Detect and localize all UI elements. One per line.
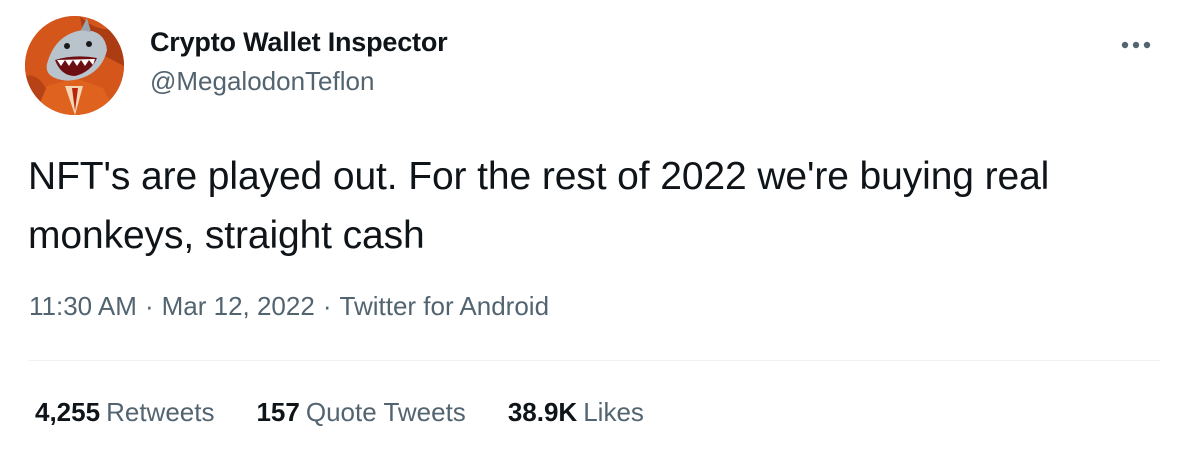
tweet-source[interactable]: Twitter for Android bbox=[340, 291, 550, 321]
author-display-name[interactable]: Crypto Wallet Inspector bbox=[150, 27, 448, 58]
author-avatar[interactable] bbox=[25, 16, 124, 115]
more-options-button[interactable] bbox=[1116, 30, 1156, 60]
quote-tweets-stat[interactable]: 157 Quote Tweets bbox=[256, 397, 465, 428]
tweet-time[interactable]: 11:30 AM bbox=[29, 291, 137, 321]
tweet-date[interactable]: Mar 12, 2022 bbox=[162, 291, 315, 321]
retweets-count: 4,255 bbox=[35, 397, 101, 427]
engagement-stats: 4,255 Retweets 157 Quote Tweets 38.9K Likes bbox=[35, 397, 686, 428]
quote-tweets-label: Quote Tweets bbox=[305, 397, 466, 427]
tweet-metadata: 11:30 AM · Mar 12, 2022 · Twitter for Androi… bbox=[29, 291, 549, 322]
retweets-stat[interactable]: 4,255 Retweets bbox=[35, 397, 214, 428]
more-dots-icon bbox=[1121, 41, 1151, 49]
meta-separator: · bbox=[322, 291, 332, 321]
likes-count: 38.9K bbox=[507, 397, 578, 427]
tweet-text: NFT's are played out. For the rest of 20… bbox=[28, 155, 1050, 257]
likes-label: Likes bbox=[583, 397, 644, 427]
shark-avatar-icon bbox=[25, 16, 124, 115]
quote-tweets-count: 157 bbox=[256, 397, 300, 427]
likes-stat[interactable]: 38.9K Likes bbox=[508, 397, 644, 428]
tweet-card: Crypto Wallet Inspector @MegalodonTeflon… bbox=[0, 0, 1188, 466]
author-handle[interactable]: @MegalodonTeflon bbox=[150, 66, 374, 97]
retweets-label: Retweets bbox=[106, 397, 215, 427]
divider bbox=[28, 360, 1160, 361]
meta-separator: · bbox=[144, 291, 154, 321]
